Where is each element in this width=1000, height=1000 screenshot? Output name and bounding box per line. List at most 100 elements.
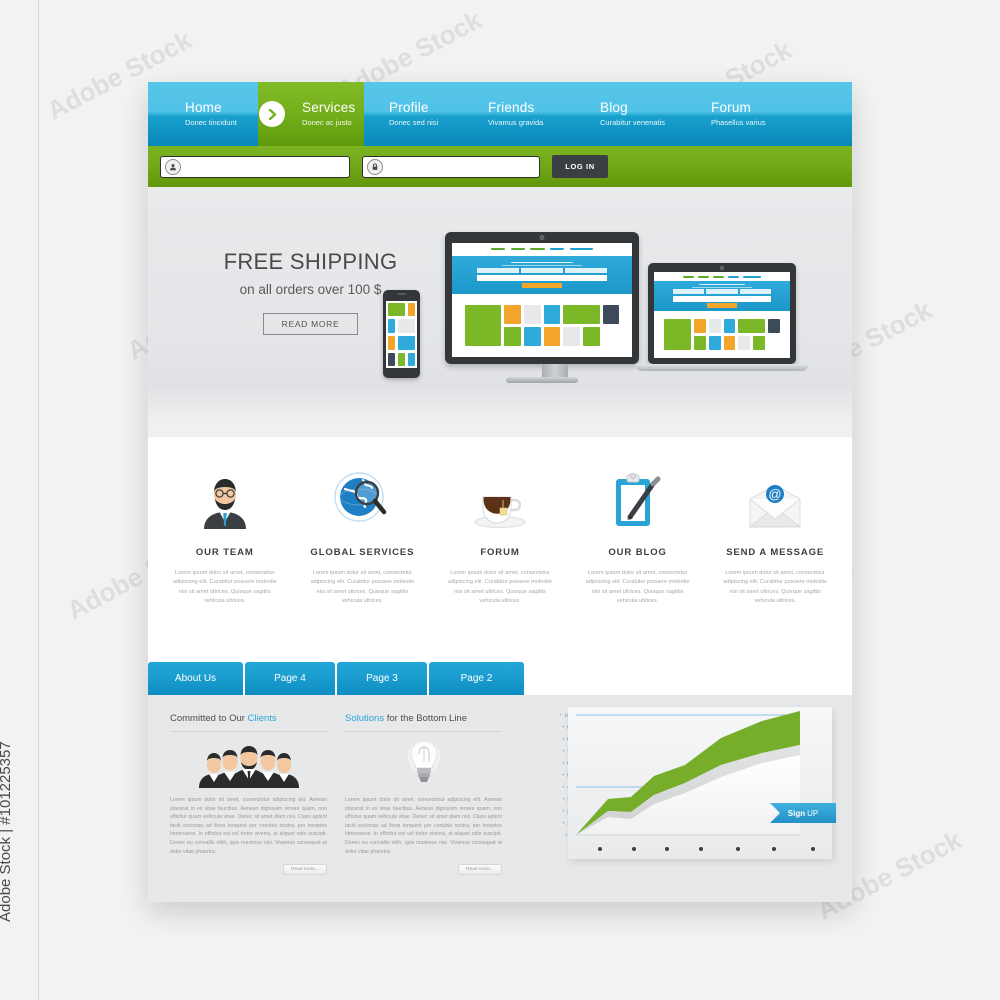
mini-nav [452, 243, 632, 256]
mini-tiles [452, 294, 632, 357]
nav-item-subtitle: Curabitur venenatis [600, 118, 666, 127]
feature-text: Lorem ipsum dolor sit amet, consectetur … [172, 570, 277, 605]
feature-title: FORUM [480, 547, 520, 558]
heading-accent: Solutions [345, 713, 385, 724]
bottom-heading-solutions: Solutions for the Bottom Line [345, 713, 502, 732]
nav-item-friends[interactable]: Friends Vivamus gravida [474, 82, 578, 146]
feature-title: SEND A MESSAGE [726, 547, 825, 558]
smartphone-device [383, 290, 420, 378]
signup-light-text: UP [807, 808, 819, 818]
laptop-screen [654, 272, 790, 358]
email-envelope-icon: @ [712, 467, 838, 529]
bottom-text: Lorem ipsum dolor sit amet, consectetur … [170, 797, 327, 855]
nav-item-title: Forum [711, 100, 752, 115]
nav-item-home[interactable]: Home Donec tincidunt [148, 82, 258, 146]
website-mockup: Home Donec tincidunt Services Donec ac j… [148, 82, 852, 902]
page-tabs: About Us Page 4 Page 3 Page 2 [148, 662, 852, 695]
mini-site-monitor [452, 243, 632, 357]
mini-site-phone [386, 301, 417, 368]
nav-item-title: Services [302, 100, 356, 115]
globe-magnifier-icon [300, 467, 426, 529]
hero-section: FREE SHIPPING on all orders over 100 $ R… [148, 187, 852, 437]
tea-cup-icon [437, 467, 563, 529]
monitor-screen [452, 243, 632, 357]
features-section: OUR TEAM Lorem ipsum dolor sit amet, con… [148, 437, 852, 662]
feature-card-global-services[interactable]: GLOBAL SERVICES Lorem ipsum dolor sit am… [294, 467, 432, 662]
nav-item-subtitle: Vivamus gravida [488, 118, 544, 127]
mini-hero [654, 281, 790, 311]
team-group-icon [170, 738, 327, 788]
laptop-device [648, 263, 796, 364]
bottom-text: Lorem ipsum dolor sit amet, consectetur … [345, 797, 502, 855]
phone-screen [386, 301, 417, 368]
nav-item-forum[interactable]: Forum Phasellus varius [686, 82, 806, 146]
mini-site-laptop [654, 272, 790, 358]
laptop-base [636, 364, 808, 371]
feature-title: OUR TEAM [195, 547, 254, 558]
chevron-right-icon [259, 101, 285, 127]
hero-read-more-button[interactable]: READ MORE [263, 313, 358, 335]
feature-text: Lorem ipsum dolor sit amet, consectetur … [585, 570, 690, 605]
feature-title: OUR BLOG [608, 547, 667, 558]
watermark-id-text: Adobe Stock | #101225357 [0, 741, 14, 922]
monitor-camera-icon [539, 235, 545, 240]
chart-x-axis-markers [590, 847, 832, 853]
heading-plain: for the Bottom Line [384, 713, 468, 724]
nav-item-subtitle: Phasellus varius [711, 118, 766, 127]
feature-card-our-blog[interactable]: OUR BLOG Lorem ipsum dolor sit amet, con… [569, 467, 707, 662]
feature-card-send-a-message[interactable]: @ SEND A MESSAGE Lorem ipsum dolor sit a… [706, 467, 844, 662]
read-more-button-solutions[interactable]: Read more... [458, 864, 502, 876]
bottom-heading-clients: Committed to Our Clients [170, 713, 327, 732]
main-navigation: Home Donec tincidunt Services Donec ac j… [148, 82, 852, 146]
feature-card-our-team[interactable]: OUR TEAM Lorem ipsum dolor sit amet, con… [156, 467, 294, 662]
tab-page-2[interactable]: Page 2 [429, 662, 524, 695]
desktop-monitor-device [445, 232, 639, 364]
signup-bold-text: Sign [787, 808, 806, 818]
heading-plain: Committed to Our [170, 713, 248, 724]
read-more-button-clients[interactable]: Read more... [283, 864, 327, 876]
hero-headline: FREE SHIPPING [223, 249, 398, 274]
feature-text: Lorem ipsum dolor sit amet, consectetur … [448, 570, 552, 605]
chart-plot-area [568, 707, 832, 859]
login-bar: LOG IN [148, 146, 852, 187]
feature-text: Lorem ipsum dolor sit amet, consectetur … [310, 570, 415, 605]
nav-item-blog[interactable]: Blog Curabitur venenatis [578, 82, 686, 146]
tab-about-us[interactable]: About Us [148, 662, 243, 695]
nav-item-subtitle: Donec sed nisi [389, 118, 439, 127]
monitor-stand-base [506, 377, 578, 383]
phone-speaker-icon [397, 293, 406, 295]
mini-hero [452, 255, 632, 295]
tab-page-3[interactable]: Page 3 [337, 662, 427, 695]
bottom-column-solutions: Solutions for the Bottom Line Lorem ipsu… [345, 713, 502, 902]
username-field-wrapper[interactable] [160, 155, 350, 178]
bottom-section: Committed to Our Clients Lorem ipsum dol… [148, 695, 852, 902]
clipboard-pen-icon [575, 467, 701, 529]
laptop-camera-icon [720, 265, 724, 270]
mini-tiles [654, 311, 790, 358]
heading-accent: Clients [247, 713, 277, 724]
tab-page-4[interactable]: Page 4 [245, 662, 335, 695]
password-field-wrapper[interactable] [362, 155, 540, 178]
watermark-divider [38, 0, 39, 1000]
login-button[interactable]: LOG IN [552, 155, 608, 178]
bottom-column-clients: Committed to Our Clients Lorem ipsum dol… [170, 713, 327, 902]
svg-text:@: @ [769, 487, 782, 502]
username-input[interactable] [181, 156, 349, 177]
chart-svg [576, 711, 800, 836]
mini-nav [654, 272, 790, 282]
nav-item-title: Profile [389, 100, 429, 115]
feature-card-forum[interactable]: FORUM Lorem ipsum dolor sit amet, consec… [431, 467, 569, 662]
nav-item-subtitle: Donec tincidunt [185, 118, 237, 127]
lock-icon [367, 158, 383, 175]
growth-area-chart: +100 +90 +80 +70 +60 +50 +40 +30 +20 +10… [546, 707, 836, 879]
nav-item-title: Blog [600, 100, 628, 115]
device-reflection [148, 385, 852, 437]
nav-item-title: Friends [488, 100, 535, 115]
feature-text: Lorem ipsum dolor sit amet, consectetur … [723, 570, 828, 605]
user-icon [165, 158, 181, 175]
nav-item-profile[interactable]: Profile Donec sed nisi [364, 82, 474, 146]
password-input[interactable] [383, 156, 539, 177]
businessman-avatar-icon [162, 467, 288, 529]
nav-items: Home Donec tincidunt Services Donec ac j… [148, 82, 852, 146]
nav-item-title: Home [185, 100, 222, 115]
